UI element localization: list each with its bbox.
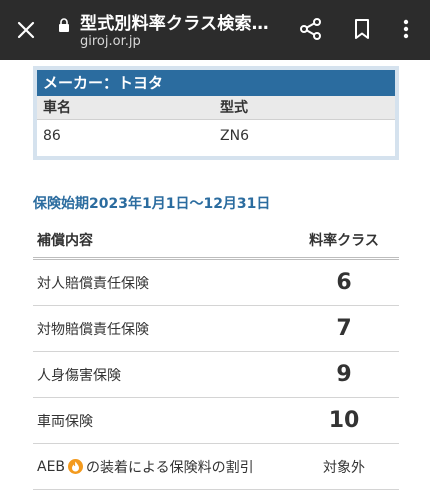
class-header: 料率クラス — [309, 232, 379, 249]
aeb-discount-label: AEB の装着による保険料の割引 — [33, 457, 289, 477]
model-label: 型式 — [220, 100, 248, 116]
aeb-discount-value: 対象外 — [323, 459, 365, 476]
browser-toolbar: 型式別料率クラス検索… giroj.or.jp — [0, 0, 430, 60]
rate-class-value: 10 — [328, 408, 360, 433]
table-row: 対人賠償責任保険 6 — [33, 260, 399, 306]
coverage-name: 人身傷害保険 — [37, 367, 121, 384]
aeb-suffix: の装着による保険料の割引 — [86, 459, 254, 476]
share-icon[interactable] — [297, 15, 325, 43]
aeb-prefix: AEB — [37, 458, 66, 475]
rate-class-value: 7 — [336, 316, 352, 341]
vehicle-info-card: メーカー：トヨタ 車名 型式 86 ZN6 — [33, 66, 399, 160]
aeb-discount-row: AEB の装着による保険料の割引 対象外 — [33, 444, 399, 490]
coverage-name: 対物賠償責任保険 — [37, 321, 149, 338]
vehicle-column-headers: 車名 型式 — [37, 96, 395, 120]
more-vert-icon[interactable] — [394, 15, 418, 43]
rate-class-table: 補償内容 料率クラス 対人賠償責任保険 6 対物賠償責任保険 7 人身傷害保険 … — [33, 222, 399, 490]
page-title: 型式別料率クラス検索… — [80, 14, 269, 34]
page-url[interactable]: giroj.or.jp — [80, 34, 141, 49]
maker-header: メーカー：トヨタ — [37, 70, 395, 96]
table-row: 対物賠償責任保険 7 — [33, 306, 399, 352]
car-name-value: 86 — [43, 128, 61, 144]
rate-class-value: 6 — [336, 270, 352, 295]
coverage-name: 車両保険 — [37, 413, 93, 430]
info-icon[interactable] — [68, 459, 84, 474]
coverage-name: 対人賠償責任保険 — [37, 275, 149, 292]
coverage-header: 補償内容 — [37, 232, 93, 249]
bookmark-icon[interactable] — [348, 15, 376, 43]
vehicle-info-table: メーカー：トヨタ 車名 型式 86 ZN6 — [37, 70, 395, 156]
rate-class-value: 9 — [336, 362, 352, 387]
table-row: 車両保険 10 — [33, 398, 399, 444]
insurance-period-heading: 保険始期2023年1月1日〜12月31日 — [33, 196, 271, 212]
close-icon[interactable] — [10, 14, 42, 46]
car-name-label: 車名 — [43, 100, 71, 116]
model-value: ZN6 — [220, 128, 249, 144]
rate-table-header: 補償内容 料率クラス — [33, 222, 399, 260]
vehicle-values-row: 86 ZN6 — [37, 120, 395, 152]
lock-icon — [58, 17, 70, 32]
table-row: 人身傷害保険 9 — [33, 352, 399, 398]
